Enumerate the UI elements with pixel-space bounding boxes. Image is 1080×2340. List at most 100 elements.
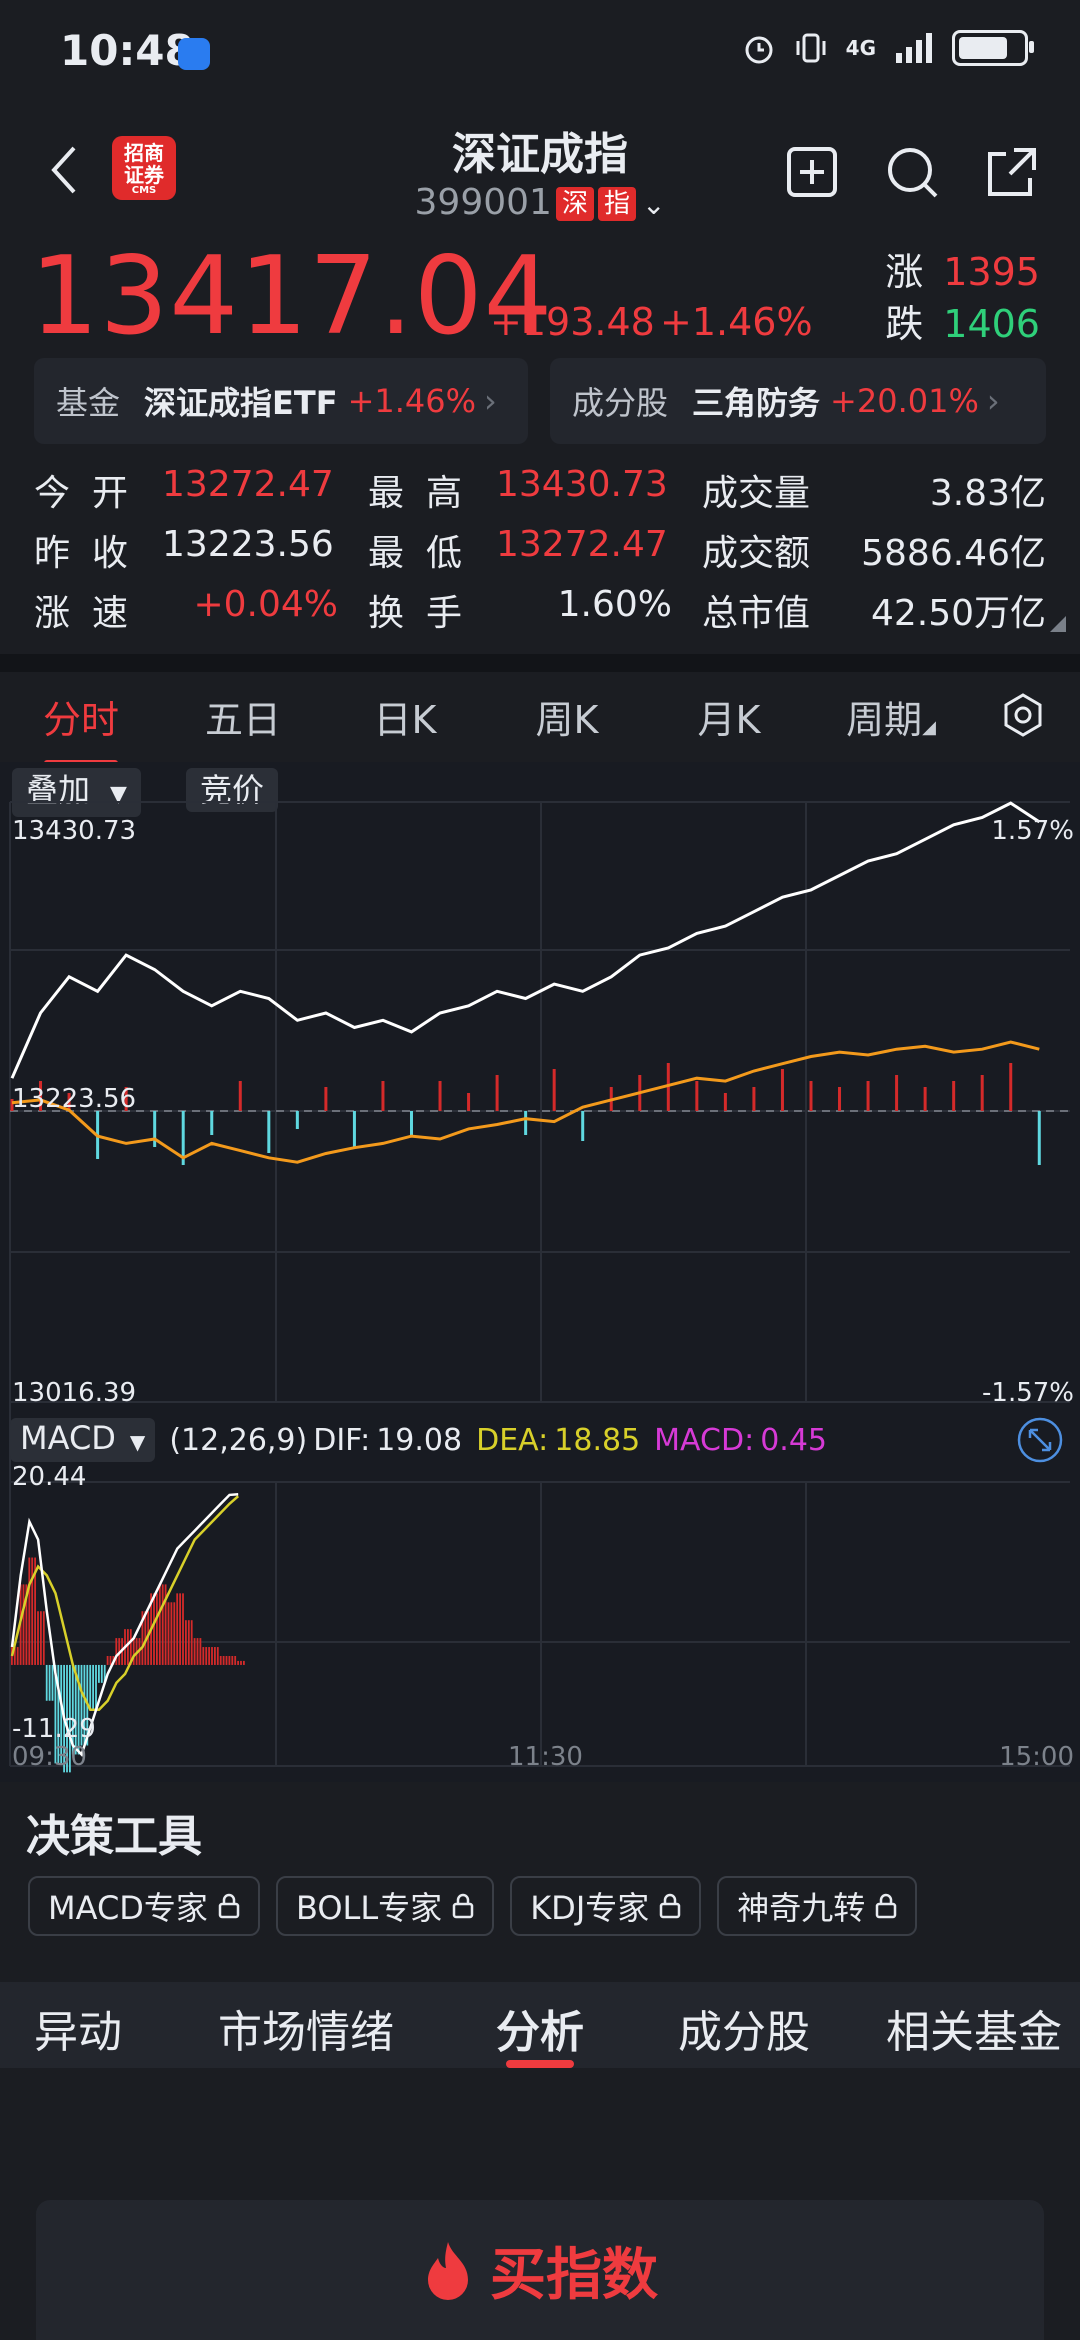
volume-bar [467, 1093, 471, 1111]
flame-icon [428, 2242, 468, 2300]
volume-bar [581, 1111, 585, 1141]
volume-bar [295, 1111, 299, 1129]
chart-settings-button[interactable] [1000, 692, 1046, 738]
tab-five-day[interactable]: 五日 [162, 689, 324, 744]
volume-bar [409, 1111, 413, 1135]
fund-label: 基金 [56, 384, 121, 422]
tool-kdj-expert[interactable]: KDJ专家 [510, 1876, 702, 1936]
macd-bar [234, 1655, 237, 1665]
search-button[interactable] [884, 144, 940, 200]
macd-bar [42, 1611, 45, 1665]
macd-bar [127, 1629, 129, 1665]
change-percent: +1.46% [660, 300, 813, 344]
tab-weekly-k[interactable]: 周K [486, 689, 648, 744]
wifi-icon [178, 38, 210, 70]
lock-icon [876, 1893, 897, 1919]
macd-bar [185, 1620, 187, 1665]
advance-label: 涨 [885, 250, 924, 294]
tab-anomaly[interactable]: 异动 [34, 1996, 122, 2060]
tab-market-sentiment[interactable]: 市场情绪 [218, 1996, 394, 2060]
macd-bar [170, 1602, 173, 1665]
volume-bars [10, 1063, 1041, 1165]
volume-bar [153, 1111, 157, 1147]
pct-low-label: -1.57% [982, 1378, 1074, 1408]
macd-bar [219, 1655, 222, 1665]
macd-bar [37, 1611, 39, 1665]
component-label: 成分股 [572, 384, 669, 422]
tab-daily-k[interactable]: 日K [324, 689, 486, 744]
stat-label: 今开 [34, 473, 151, 514]
macd-bar [161, 1584, 164, 1665]
volume-bar [980, 1075, 984, 1111]
buy-index-button[interactable]: 买指数 [36, 2200, 1044, 2340]
dif-label: DIF: [313, 1422, 371, 1458]
macd-bar [22, 1584, 25, 1665]
volume-bar [267, 1111, 271, 1153]
advance-decline: 涨 1395 跌 1406 [885, 246, 1040, 350]
stats-row: 涨速 +0.04% 换手 1.60% 总市值 42.50万亿 [34, 580, 1046, 640]
average-price-line [11, 1040, 1040, 1164]
stat-value: +0.04% [193, 584, 338, 625]
stat-value: 1.60% [557, 584, 672, 625]
volume-bar [210, 1111, 214, 1135]
price-low-label: 13016.39 [12, 1378, 137, 1408]
component-name: 三角防务 [692, 384, 821, 422]
decline-label: 跌 [885, 302, 924, 346]
tab-analysis[interactable]: 分析 [496, 1996, 584, 2060]
network-label: 4G [845, 36, 876, 60]
intraday-chart[interactable]: 叠加 ▼ 竞价 13430.73 1.57% 13223.56 13016.39 … [0, 762, 1080, 1782]
status-time: 10:48 [60, 26, 194, 75]
tool-boll-expert[interactable]: BOLL专家 [275, 1876, 495, 1936]
related-fund-card[interactable]: 基金 深证成指ETF +1.46% › [34, 358, 528, 444]
macd-bar [208, 1647, 210, 1665]
macd-bar [173, 1602, 176, 1665]
macd-bar [31, 1557, 34, 1665]
stat-value: 42.50万亿 [870, 593, 1046, 634]
volume-bar [838, 1087, 842, 1111]
last-price: 13417.04 [30, 234, 554, 359]
stat-label: 总市值 [702, 593, 811, 634]
indicator-selector[interactable]: MACD ▼ [10, 1418, 156, 1462]
tab-related-funds[interactable]: 相关基金 [886, 1996, 1062, 2060]
quote-stats-grid: 今开 13272.47 最高 13430.73 成交量 3.83亿 昨收 13223.5… [34, 460, 1046, 640]
time-start-label: 09:30 [12, 1742, 87, 1772]
signal-icon [896, 33, 932, 63]
stats-row: 昨收 13223.56 最低 13272.47 成交额 5886.46亿 [34, 520, 1046, 580]
tool-magic-nine[interactable]: 神奇九转 [717, 1876, 918, 1936]
active-tab-indicator [506, 2060, 574, 2068]
volume-bar [866, 1081, 870, 1111]
macd-low-label: -11.29 [12, 1714, 96, 1744]
macd-bar [98, 1664, 100, 1683]
top-component-card[interactable]: 成分股 三角防务 +20.01% › [550, 358, 1046, 444]
expand-chart-button[interactable] [1016, 1416, 1064, 1464]
macd-bar [243, 1660, 245, 1665]
macd-bar [179, 1593, 181, 1665]
volume-bar [780, 1069, 784, 1111]
tab-period[interactable]: 周期◢ [810, 689, 972, 744]
time-end-label: 15:00 [999, 1742, 1074, 1772]
share-button[interactable] [984, 144, 1040, 200]
expand-stats-icon[interactable] [1050, 616, 1066, 632]
macd-bar [176, 1593, 179, 1665]
dropdown-triangle-icon: ◢ [922, 716, 936, 738]
lock-icon [452, 1893, 474, 1919]
volume-bar [438, 1081, 442, 1111]
status-icons: 4G [742, 30, 1034, 66]
macd-bar [193, 1638, 196, 1665]
stat-value: 13272.47 [162, 464, 334, 505]
tools-row: MACD专家 BOLL专家 KDJ专家 神奇九转 [28, 1876, 918, 1936]
volume-bar [952, 1081, 956, 1111]
tab-components[interactable]: 成分股 [678, 1996, 810, 2060]
dif-value: 19.08 [376, 1422, 463, 1458]
macd-bar [100, 1664, 103, 1683]
volume-bar [352, 1111, 356, 1147]
tab-monthly-k[interactable]: 月K [648, 689, 810, 744]
tool-macd-expert[interactable]: MACD专家 [28, 1876, 260, 1936]
change-amount: +193.48 [490, 300, 655, 344]
add-watchlist-button[interactable] [784, 144, 840, 200]
stat-value: 13223.56 [162, 524, 334, 565]
tools-title: 决策工具 [26, 1811, 202, 1862]
market-tag: 深 [555, 187, 594, 221]
macd-params: (12,26,9) [169, 1422, 308, 1458]
tab-intraday[interactable]: 分时 [0, 689, 162, 766]
